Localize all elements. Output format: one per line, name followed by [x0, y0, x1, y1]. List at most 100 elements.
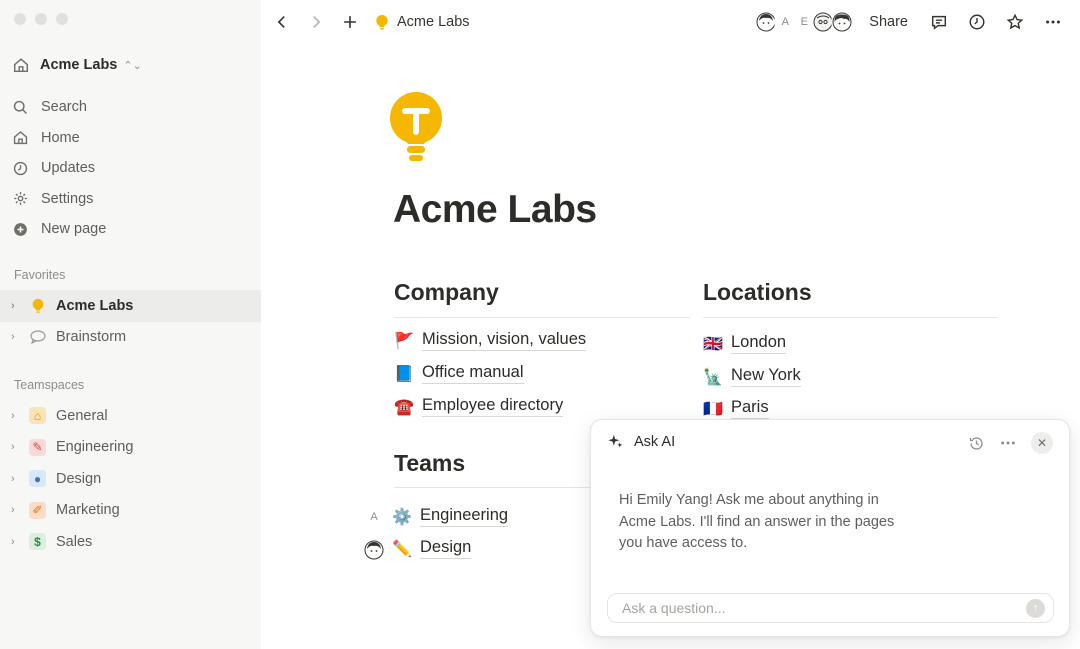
forward-button[interactable] — [299, 7, 333, 37]
history-icon[interactable] — [968, 435, 985, 452]
chevron-right-icon — [313, 16, 321, 28]
comments-button[interactable] — [922, 7, 956, 37]
page-link-office-manual[interactable]: 📘 Office manual — [394, 363, 524, 384]
lightbulb-icon[interactable] — [388, 90, 444, 166]
sidebar-item-marketing[interactable]: › ✐ Marketing — [0, 495, 261, 527]
sidebar-item-brainstorm[interactable]: › Brainstorm — [0, 322, 261, 354]
plus-circle-icon — [14, 222, 27, 236]
uk-flag-icon: 🇬🇧 — [703, 335, 723, 353]
more-horizontal-icon[interactable] — [999, 434, 1017, 452]
new-page-button[interactable] — [333, 7, 367, 37]
chevron-right-icon[interactable]: › — [11, 473, 23, 485]
page-link-label: Design — [420, 538, 472, 559]
sidebar-item-new-page[interactable]: New page — [12, 214, 252, 245]
sidebar-item-label: Settings — [41, 190, 94, 207]
book-icon: 📘 — [394, 365, 414, 383]
favorite-button[interactable] — [998, 7, 1032, 37]
sidebar-item-updates[interactable]: Updates — [12, 153, 252, 184]
sidebar-item-search[interactable]: Search — [12, 92, 252, 123]
sidebar-item-label: Home — [41, 129, 80, 146]
statue-of-liberty-icon: 🗽 — [703, 368, 723, 386]
workspace-switcher[interactable]: Acme Labs ⌃⌄ — [12, 53, 142, 77]
speech-bubble-icon — [29, 329, 46, 346]
favorites-label: Favorites — [14, 268, 66, 282]
sidebar-item-label: Engineering — [56, 439, 134, 456]
page-link-new-york[interactable]: 🗽 New York — [703, 366, 801, 387]
sidebar-item-general[interactable]: › ⌂ General — [0, 400, 261, 432]
chevron-right-icon[interactable]: › — [11, 300, 23, 312]
page-link-mission[interactable]: 🚩 Mission, vision, values — [394, 330, 587, 351]
ask-ai-header: Ask AI — [607, 433, 675, 450]
page-title[interactable]: Acme Labs — [393, 188, 597, 232]
teams-heading: Teams — [394, 450, 466, 476]
sidebar-item-settings[interactable]: Settings — [12, 184, 252, 215]
topbar: Acme Labs A E Share — [261, 0, 1080, 44]
workspace-home-icon — [13, 58, 29, 73]
page-link-label: New York — [731, 366, 801, 387]
page-link-paris[interactable]: 🇫🇷 Paris — [703, 398, 769, 419]
clock-icon — [969, 14, 985, 30]
ask-ai-panel: Ask AI ✕ Hi Emily Yang! Ask me about any… — [590, 419, 1070, 637]
avatar — [363, 539, 385, 561]
page-link-london[interactable]: 🇬🇧 London — [703, 333, 787, 354]
page-link-employee-directory[interactable]: ☎️ Employee directory — [394, 396, 564, 417]
window-controls — [14, 13, 68, 25]
ask-ai-input[interactable] — [622, 600, 1026, 616]
clock-icon — [13, 161, 28, 175]
ask-ai-input-box[interactable]: ↑ — [607, 593, 1054, 623]
minimize-window-button[interactable] — [35, 13, 47, 25]
ask-ai-message: Hi Emily Yang! Ask me about anything in … — [619, 492, 895, 551]
flag-icon: 🚩 — [394, 332, 414, 350]
comment-icon — [931, 15, 947, 30]
close-icon[interactable]: ✕ — [1031, 432, 1053, 454]
collaborator-avatars[interactable]: A E — [755, 11, 854, 33]
teamspaces-label: Teamspaces — [14, 378, 85, 392]
home-icon — [13, 131, 28, 145]
company-heading: Company — [394, 279, 499, 305]
sidebar-item-home[interactable]: Home — [12, 123, 252, 154]
back-button[interactable] — [265, 7, 299, 37]
locations-heading: Locations — [703, 279, 812, 305]
more-button[interactable] — [1036, 7, 1070, 37]
plus-icon — [344, 16, 356, 28]
divider — [703, 317, 997, 318]
sidebar-item-label: Design — [56, 470, 102, 487]
sparkle-icon — [608, 434, 623, 448]
page-link-label: Office manual — [422, 363, 524, 384]
gear-icon: ⚙️ — [392, 508, 412, 526]
avatar: A — [370, 511, 378, 523]
divider — [394, 487, 594, 488]
chevron-right-icon[interactable]: › — [11, 410, 23, 422]
search-icon — [13, 100, 27, 114]
sidebar-item-label: Marketing — [56, 502, 120, 519]
breadcrumb[interactable]: Acme Labs — [375, 14, 470, 31]
sidebar: Acme Labs ⌃⌄ Search Home Updates Setting… — [0, 0, 261, 649]
sidebar-item-acme-labs[interactable]: › Acme Labs — [0, 290, 261, 322]
sidebar-item-design[interactable]: › ● Design — [0, 463, 261, 495]
ask-ai-tools: ✕ — [968, 432, 1053, 454]
chevron-right-icon[interactable]: › — [11, 536, 23, 548]
pencil-icon: ✐ — [29, 501, 46, 519]
avatar — [831, 11, 854, 33]
pencil-icon: ✏️ — [392, 540, 412, 558]
chevron-right-icon[interactable]: › — [11, 504, 23, 516]
page-link-design[interactable]: ✏️ Design — [392, 538, 472, 559]
page-link-label: London — [731, 333, 787, 354]
page-link-label: Engineering — [420, 506, 509, 527]
sidebar-item-engineering[interactable]: › ✎ Engineering — [0, 432, 261, 464]
teamspaces-list: › ⌂ General › ✎ Engineering › ● Design ›… — [0, 400, 261, 558]
zoom-window-button[interactable] — [56, 13, 68, 25]
sidebar-item-label: Updates — [41, 160, 96, 177]
chevron-right-icon[interactable]: › — [11, 331, 23, 343]
sidebar-item-label: Sales — [56, 533, 93, 550]
wrench-icon: ✎ — [29, 438, 46, 456]
chevron-right-icon[interactable]: › — [11, 441, 23, 453]
favorites-list: › Acme Labs › Brainstorm — [0, 290, 261, 353]
updates-button[interactable] — [960, 7, 994, 37]
gear-icon — [14, 192, 27, 206]
sidebar-item-sales[interactable]: › $ Sales — [0, 526, 261, 558]
share-button[interactable]: Share — [869, 14, 908, 30]
close-window-button[interactable] — [14, 13, 26, 25]
page-link-engineering[interactable]: ⚙️ Engineering — [392, 506, 509, 527]
send-arrow-icon[interactable]: ↑ — [1026, 598, 1045, 618]
